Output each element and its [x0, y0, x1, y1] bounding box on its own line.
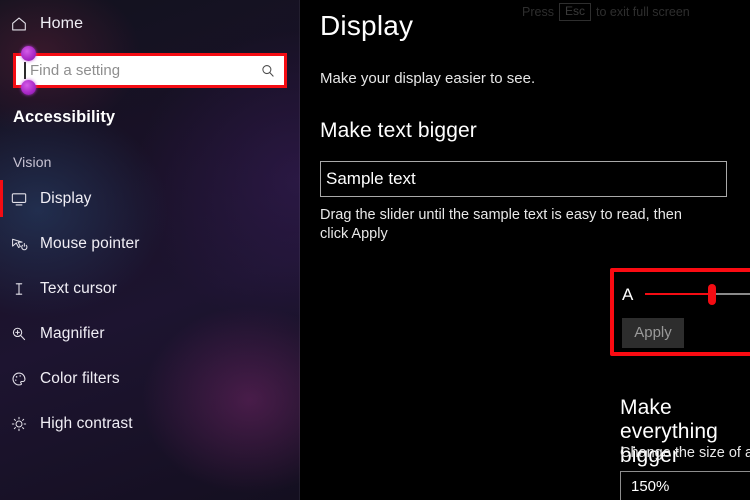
- esc-hint-suffix: to exit full screen: [595, 5, 690, 20]
- search-box[interactable]: [13, 53, 287, 88]
- selection-indicator: [0, 180, 3, 217]
- sidebar: Home Accessibility Vision: [0, 0, 300, 500]
- scale-dropdown-value: 150%: [631, 477, 670, 495]
- apply-button[interactable]: Apply: [622, 318, 684, 348]
- sidebar-item-text-cursor-label: Text cursor: [40, 279, 117, 297]
- sidebar-item-text-cursor[interactable]: Text cursor: [0, 266, 300, 311]
- slider-min-label: A: [622, 284, 634, 304]
- text-caret: [24, 62, 26, 79]
- sidebar-item-color-filters-label: Color filters: [40, 369, 120, 387]
- text-size-slider[interactable]: A A: [622, 279, 750, 309]
- sidebar-item-display[interactable]: Display: [0, 176, 300, 221]
- slider-track-fill: [645, 293, 712, 295]
- esc-hint-prefix: Press: [522, 5, 554, 20]
- text-selection-handle-bottom[interactable]: [21, 80, 36, 95]
- sample-text-value: Sample text: [326, 169, 416, 188]
- sidebar-item-mouse-pointer[interactable]: Mouse pointer: [0, 221, 300, 266]
- sidebar-nav-list: Display Mouse pointer Text cursor Magnif…: [0, 176, 300, 446]
- scale-dropdown[interactable]: 150%: [620, 471, 750, 500]
- esc-key-badge: Esc: [558, 3, 591, 22]
- brightness-icon: [10, 415, 40, 433]
- page-subtitle: Make your display easier to see.: [320, 70, 536, 87]
- search-field-wrapper: [13, 46, 287, 95]
- search-input[interactable]: [30, 62, 258, 79]
- palette-icon: [10, 370, 40, 388]
- sidebar-item-magnifier-label: Magnifier: [40, 324, 105, 342]
- sidebar-item-home[interactable]: Home: [0, 2, 300, 46]
- sidebar-item-color-filters[interactable]: Color filters: [0, 356, 300, 401]
- slider-thumb[interactable]: [708, 284, 716, 305]
- search-icon[interactable]: [258, 63, 278, 79]
- main-content: Press Esc to exit full screen Display Ma…: [300, 0, 750, 500]
- scale-label: Change the size of apps and text on the …: [620, 445, 750, 461]
- sidebar-item-magnifier[interactable]: Magnifier: [0, 311, 300, 356]
- settings-window: Home Accessibility Vision: [0, 0, 750, 500]
- sidebar-group-header-vision: Vision: [13, 154, 52, 170]
- text-cursor-icon: [10, 280, 40, 298]
- sidebar-item-mouse-pointer-label: Mouse pointer: [40, 234, 140, 252]
- app-title: Accessibility: [13, 108, 116, 126]
- monitor-icon: [10, 190, 40, 208]
- magnifier-icon: [10, 325, 40, 343]
- sidebar-item-display-label: Display: [40, 189, 92, 207]
- slider-instruction: Drag the slider until the sample text is…: [320, 207, 682, 242]
- section-heading-make-text-bigger: Make text bigger: [320, 119, 477, 142]
- exit-fullscreen-hint: Press Esc to exit full screen: [522, 3, 690, 22]
- text-selection-handle-top[interactable]: [21, 46, 36, 61]
- sidebar-item-high-contrast-label: High contrast: [40, 414, 133, 432]
- slider-track[interactable]: [645, 281, 750, 307]
- sample-text-preview: Sample text: [320, 161, 727, 197]
- sidebar-item-high-contrast[interactable]: High contrast: [0, 401, 300, 446]
- home-icon: [10, 15, 40, 33]
- mouse-pointer-icon: [10, 235, 40, 253]
- sidebar-item-home-label: Home: [40, 15, 84, 32]
